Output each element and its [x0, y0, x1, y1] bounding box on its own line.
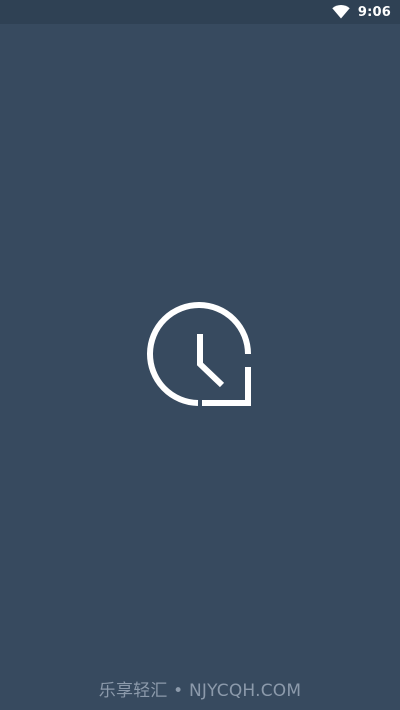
status-time: 9:06 [357, 4, 391, 20]
clock-chat-icon [147, 302, 251, 406]
status-icons: 9:06 [332, 0, 391, 24]
footer-brand: 乐享轻汇 • NJYCQH.COM [98, 681, 302, 701]
status-bar: 9:06 [0, 0, 400, 24]
wifi-icon [332, 5, 350, 19]
